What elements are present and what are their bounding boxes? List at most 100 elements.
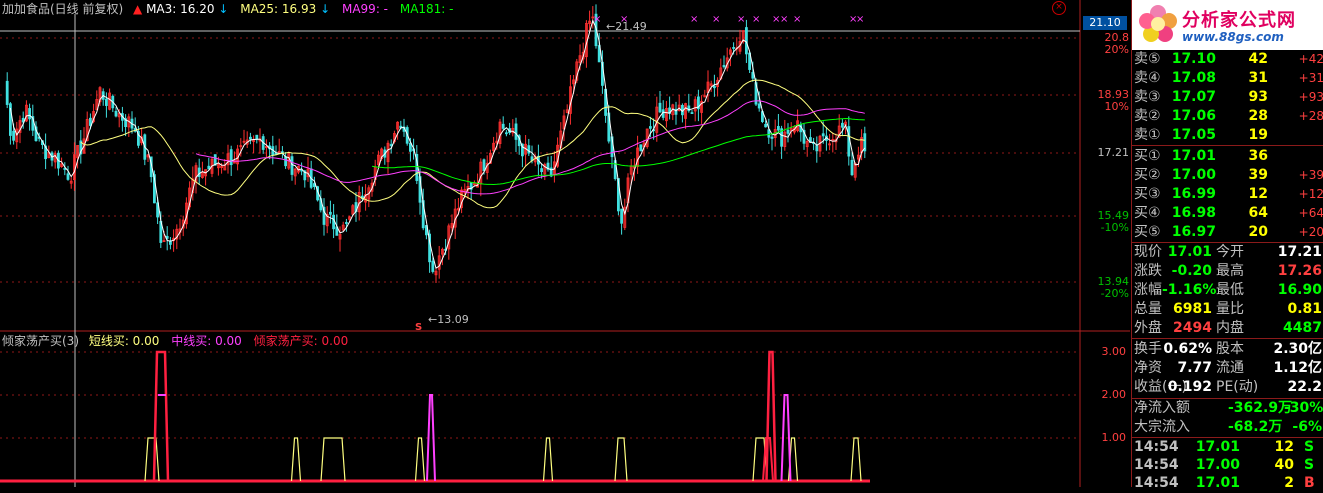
level-change: +31 <box>1298 71 1323 85</box>
candle-body <box>284 156 288 167</box>
stock-title: 加加食品(日线 前复权) <box>2 2 124 16</box>
ma99-label: MA99: - <box>341 2 389 16</box>
level-volume: 12 <box>1248 186 1268 202</box>
fundamental-row: 收益(一) 0.192 PE(动) 22.2 <box>1132 378 1323 397</box>
tick-volume: 40 <box>1274 457 1294 473</box>
candle-body <box>482 159 486 171</box>
candle-body <box>658 102 662 113</box>
candle-body <box>815 145 819 152</box>
buy-level-row: 买③ 16.99 12 +12 <box>1132 185 1323 204</box>
kline-chart[interactable]: ←21.49←13.09S× × × × × × × × × ×× <box>0 0 1130 487</box>
fundamental-row: 净资 7.77 流通 1.12亿 <box>1132 359 1323 378</box>
candle-body <box>290 156 294 175</box>
mid-buy-label: 中线买: 0.00 <box>171 334 242 348</box>
tick-side: S <box>1304 457 1315 473</box>
level-change: +12 <box>1298 187 1323 201</box>
logo-url: www.88gs.com <box>1182 30 1284 44</box>
mid-buy-pulse <box>426 394 436 482</box>
field-value: 2494 <box>1173 320 1212 336</box>
candle-body <box>841 122 844 128</box>
price-tick-pct: -20% <box>1100 287 1129 300</box>
tick-side: S <box>1304 439 1315 455</box>
candle-body <box>767 129 771 138</box>
field-label: 今开 <box>1216 244 1244 260</box>
candle-body <box>5 80 9 105</box>
candle-body <box>639 144 643 152</box>
tick-time: 14:54 <box>1134 457 1179 473</box>
buy-level-row: 买④ 16.98 64 +64 <box>1132 204 1323 223</box>
field-value: 22.2 <box>1287 379 1322 395</box>
field-value: -1.16% <box>1162 282 1217 298</box>
candle-body <box>821 133 825 137</box>
flow-label: 净流入额 <box>1134 400 1190 416</box>
indicator-tick-label: 3.00 <box>1101 345 1127 358</box>
quote-row: 涨跌 -0.20 最高 17.26 <box>1132 262 1323 281</box>
buy-level-row: 买① 17.01 36 <box>1132 147 1323 166</box>
candle-body <box>504 132 508 135</box>
field-value: 6981 <box>1173 301 1212 317</box>
candle-body <box>248 136 252 140</box>
candle-body <box>28 108 32 120</box>
short-buy-label: 短线买: 0.00 <box>88 334 160 348</box>
signal-x-marker: × <box>712 14 720 25</box>
level-volume: 93 <box>1248 89 1268 105</box>
signal-x-marker: × <box>780 14 788 25</box>
sell-level-row: 卖④ 17.08 31 +31 <box>1132 69 1323 88</box>
level-label: 买⑤ <box>1134 224 1161 240</box>
field-label: 现价 <box>1134 244 1162 260</box>
field-value: 17.01 <box>1167 244 1212 260</box>
level-label: 卖③ <box>1134 89 1161 105</box>
fundamental-row: 换手 0.62% 股本 2.30亿 <box>1132 340 1323 359</box>
kline-chart-area[interactable]: ←21.49 ←13.09 S × × × × × × × × × × × 加加食品(日线 前复权) ▲ … <box>0 0 1130 487</box>
short-buy-pulse <box>542 437 554 482</box>
signal-x-marker: × <box>752 14 760 25</box>
field-value: 1.12亿 <box>1273 360 1322 376</box>
candle-body <box>777 126 780 131</box>
signal-x-marker: × <box>620 14 628 25</box>
level-label: 买① <box>1134 148 1161 164</box>
flow-pct: -6% <box>1292 419 1322 435</box>
candle-body <box>114 110 118 117</box>
candle-body <box>764 124 767 128</box>
field-value: 2.30亿 <box>1273 341 1322 357</box>
field-value: 16.90 <box>1277 282 1322 298</box>
level-price: 17.01 <box>1171 148 1216 164</box>
tick-volume: 2 <box>1284 475 1294 491</box>
tick-side: B <box>1304 475 1315 491</box>
price-tick-pct: -10% <box>1100 221 1129 234</box>
tick-row: 14:54 17.01 2 B <box>1132 474 1323 493</box>
level-label: 卖④ <box>1134 70 1161 86</box>
candle-body <box>713 85 716 89</box>
sell-level-row: 卖② 17.06 28 +28 <box>1132 107 1323 126</box>
level-volume: 20 <box>1248 224 1268 240</box>
sell-level-row: 卖③ 17.07 93 +93 <box>1132 88 1323 107</box>
short-buy-pulse <box>144 437 160 482</box>
tick-price: 17.00 <box>1195 457 1240 473</box>
logo-name: 分析家公式网 <box>1182 10 1296 31</box>
level-volume: 42 <box>1248 51 1268 67</box>
signal-x-marker: × <box>793 14 801 25</box>
quote-row: 涨幅 -1.16% 最低 16.90 <box>1132 281 1323 300</box>
field-label: 最低 <box>1216 282 1244 298</box>
site-logo: 分析家公式网 www.88gs.com <box>1132 0 1323 50</box>
level-change: +42 <box>1298 52 1323 66</box>
ma3-marker-icon: ▲ <box>133 2 143 16</box>
candle-body <box>514 123 518 140</box>
candle-body <box>332 214 336 230</box>
field-label: 净资 <box>1134 360 1162 376</box>
level-price: 17.06 <box>1171 108 1216 124</box>
level-change: +20 <box>1298 225 1323 239</box>
indicator-header: 倾家荡产买(3) 短线买: 0.00 中线买: 0.00 倾家荡产买: 0.00 <box>2 334 348 348</box>
short-buy-pulse <box>850 437 862 482</box>
ma99-line <box>195 100 865 195</box>
candle-body <box>745 27 748 55</box>
candle-body <box>255 134 259 140</box>
candle-body <box>540 168 543 173</box>
buy-level-row: 买② 17.00 39 +39 <box>1132 166 1323 185</box>
quote-panel: 分析家公式网 www.88gs.com 卖⑤ 17.10 42 +42 卖④ 17.08 3… <box>1131 0 1323 491</box>
short-buy-pulse <box>320 437 346 482</box>
ma25-line <box>80 79 865 209</box>
indicator-tick-label: 2.00 <box>1101 388 1127 401</box>
candle-body <box>690 112 694 114</box>
close-icon[interactable]: × <box>1052 1 1066 15</box>
